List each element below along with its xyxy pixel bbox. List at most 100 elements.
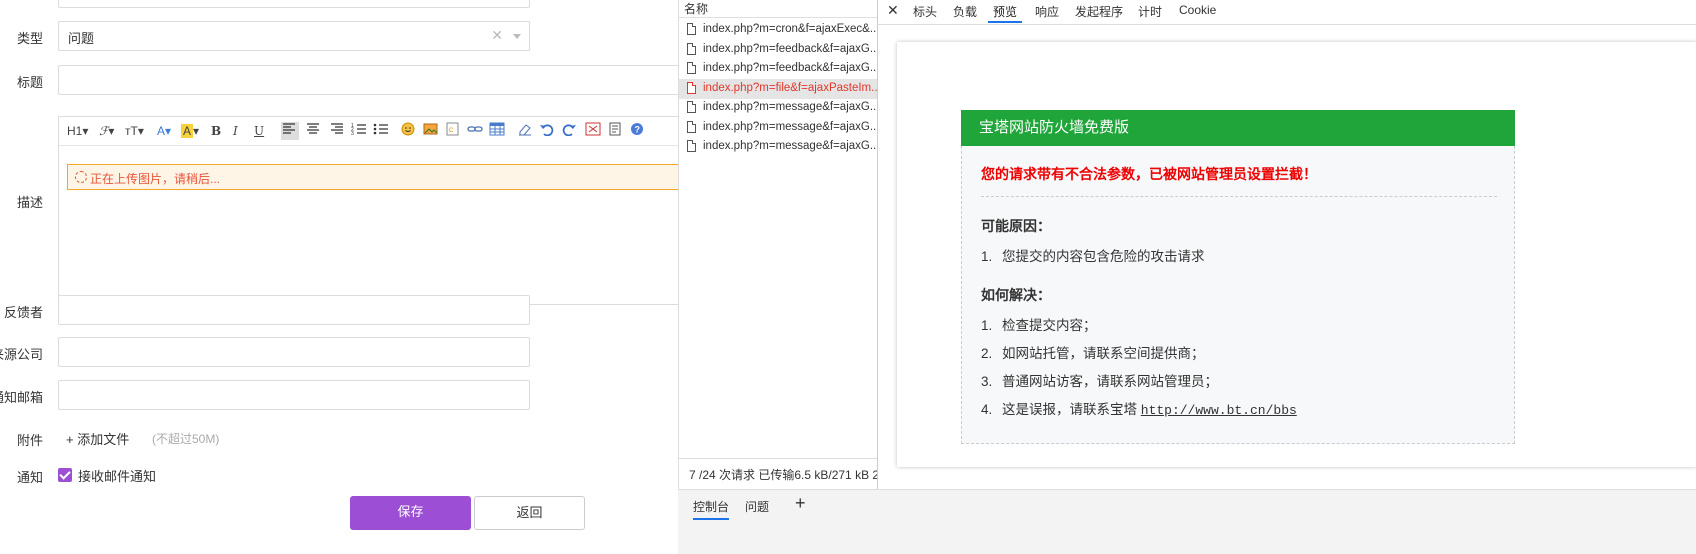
email-notify-checkbox[interactable]: [58, 468, 72, 482]
code-icon[interactable]: C: [445, 122, 461, 140]
solution-heading: 如何解决：: [981, 287, 1051, 303]
redo-icon[interactable]: [561, 122, 577, 140]
close-icon[interactable]: ✕: [887, 2, 899, 19]
title-input[interactable]: [58, 65, 735, 95]
email-input[interactable]: [58, 380, 530, 410]
add-tab-button[interactable]: +: [795, 493, 806, 514]
request-row[interactable]: index.php?m=feedback&f=ajaxG...: [679, 40, 889, 60]
italic-button[interactable]: I: [233, 122, 238, 140]
align-right-button[interactable]: [329, 122, 345, 140]
request-name: index.php?m=feedback&f=ajaxG...: [703, 62, 880, 74]
tab-initiator[interactable]: 发起程序: [1075, 3, 1123, 21]
type-select[interactable]: 问题 ✕: [58, 21, 530, 51]
network-request-list: 名称 index.php?m=cron&f=ajaxExec&... index…: [678, 0, 889, 554]
solution-item: 1. 检查提交内容；: [981, 318, 1097, 333]
detail-tab-bar: ✕ 标头 负载 预览 响应 发起程序 计时 Cookie: [878, 0, 1696, 25]
upload-status-bar: 正在上传图片，请稍后...: [67, 164, 735, 190]
network-summary-bar: 7 /24 次请求 已传输6.5 kB/271 kB 2.5: [679, 458, 889, 487]
add-file-button[interactable]: + 添加文件: [66, 429, 129, 448]
request-row[interactable]: index.php?m=message&f=ajaxG...: [679, 137, 889, 157]
ordered-list-button[interactable]: 123: [351, 122, 367, 140]
tab-preview[interactable]: 预览: [988, 3, 1023, 23]
upload-status-text: 正在上传图片，请稍后...: [90, 172, 221, 186]
eraser-icon[interactable]: [517, 122, 533, 140]
request-row[interactable]: index.php?m=message&f=ajaxG...: [679, 118, 889, 138]
chevron-down-icon[interactable]: [513, 34, 521, 39]
header-divider: [679, 17, 877, 18]
request-name: index.php?m=message&f=ajaxG...: [703, 120, 880, 133]
title-label: 标题: [17, 75, 44, 90]
link-icon[interactable]: [467, 122, 483, 140]
tab-cookie[interactable]: Cookie: [1179, 3, 1216, 21]
request-name: index.php?m=file&f=ajaxPasteIm...: [703, 81, 881, 94]
tab-response[interactable]: 响应: [1035, 3, 1059, 21]
file-icon: [687, 81, 696, 94]
request-name: index.php?m=feedback&f=ajaxG...: [703, 42, 880, 55]
svg-text:?: ?: [635, 125, 641, 135]
align-center-button[interactable]: [305, 122, 321, 140]
reason-item: 1. 您提交的内容包含危险的攻击请求: [981, 249, 1205, 264]
undo-icon[interactable]: [539, 122, 555, 140]
request-row[interactable]: index.php?m=cron&f=ajaxExec&...: [679, 20, 889, 40]
svg-text:3: 3: [351, 131, 354, 136]
request-name: index.php?m=cron&f=ajaxExec&...: [703, 23, 880, 35]
drawer-tab-bar: 控制台 问题 +: [678, 489, 1696, 554]
description-label: 描述: [17, 195, 44, 210]
firewall-block-page: 宝塔网站防火墙免费版 您的请求带有不合法参数，已被网站管理员设置拦截！ 可能原因…: [961, 110, 1515, 444]
font-color-button[interactable]: A▾: [157, 122, 171, 140]
name-column-header[interactable]: 名称: [684, 0, 708, 17]
help-icon[interactable]: ?: [629, 122, 645, 140]
image-icon[interactable]: [423, 122, 439, 140]
underline-button[interactable]: U: [254, 122, 264, 140]
back-button[interactable]: 返回: [474, 496, 585, 530]
company-input[interactable]: [58, 337, 530, 367]
preview-viewport: 宝塔网站防火墙免费版 您的请求带有不合法参数，已被网站管理员设置拦截！ 可能原因…: [897, 42, 1696, 467]
source-icon[interactable]: [607, 122, 623, 140]
emoji-icon[interactable]: [401, 122, 415, 140]
save-button[interactable]: 保存: [350, 496, 471, 530]
bold-button[interactable]: B: [211, 122, 221, 140]
fullscreen-icon[interactable]: [585, 122, 601, 140]
tab-timing[interactable]: 计时: [1138, 3, 1162, 21]
divider: [981, 196, 1497, 197]
reporter-input[interactable]: [58, 295, 530, 325]
request-row[interactable]: index.php?m=message&f=ajaxG...: [679, 98, 889, 118]
solution-item: 4. 这是误报，请联系宝塔 http://www.bt.cn/bbs: [981, 402, 1297, 418]
rich-text-editor[interactable]: H1▾ ℱ▾ ᴛT▾ A▾ A ▾ B I U 123 C ? 正在上传图片，请…: [58, 116, 735, 305]
table-icon[interactable]: [489, 122, 505, 140]
heading-button[interactable]: H1▾: [67, 122, 88, 140]
file-size-hint: (不超过50M): [152, 432, 220, 446]
file-icon: [687, 23, 696, 35]
highlight-button[interactable]: A ▾: [181, 122, 199, 140]
tab-console[interactable]: 控制台: [693, 498, 730, 520]
tab-payload[interactable]: 负载: [953, 3, 977, 21]
solution-item: 2. 如网站托管，请联系空间提供商；: [981, 346, 1205, 361]
tab-headers[interactable]: 标头: [913, 3, 937, 21]
firewall-body: 您的请求带有不合法参数，已被网站管理员设置拦截！ 可能原因： 1. 您提交的内容包…: [961, 146, 1515, 444]
feedback-form: 类型 问题 ✕ 标题 描述 H1▾ ℱ▾ ᴛT▾ A▾ A ▾ B I U 123: [0, 0, 735, 554]
bullet-list-button[interactable]: [373, 122, 389, 140]
reporter-label: 反馈者: [4, 305, 44, 320]
notify-label: 通知: [17, 470, 44, 485]
clear-icon[interactable]: ✕: [491, 27, 503, 44]
top-partial-field[interactable]: [58, 0, 530, 8]
request-name: index.php?m=message&f=ajaxG...: [703, 101, 880, 113]
file-icon: [687, 101, 696, 113]
reason-heading: 可能原因：: [981, 218, 1051, 234]
attachment-label: 附件: [17, 433, 44, 448]
response-panel: ✕ 标头 负载 预览 响应 发起程序 计时 Cookie 宝塔网站防火墙免费版 …: [877, 0, 1696, 489]
request-row[interactable]: index.php?m=feedback&f=ajaxG...: [679, 59, 889, 79]
forum-link[interactable]: http://www.bt.cn/bbs: [1141, 403, 1297, 418]
email-notify-text[interactable]: 接收邮件通知: [78, 466, 156, 485]
block-alert: 您的请求带有不合法参数，已被网站管理员设置拦截！: [981, 166, 1317, 182]
font-family-button[interactable]: ℱ▾: [99, 122, 114, 140]
request-row-selected[interactable]: index.php?m=file&f=ajaxPasteIm...: [679, 78, 889, 99]
solution-item: 3. 普通网站访客，请联系网站管理员；: [981, 374, 1218, 389]
align-left-button[interactable]: [281, 122, 299, 140]
firewall-title: 宝塔网站防火墙免费版: [961, 110, 1515, 146]
tab-issues[interactable]: 问题: [745, 498, 769, 515]
email-label: 通知邮箱: [0, 390, 44, 405]
file-icon: [687, 42, 696, 55]
request-summary: 7 /24 次请求 已传输6.5 kB/271 kB 2.5: [689, 468, 890, 482]
font-size-button[interactable]: ᴛT▾: [125, 122, 144, 140]
